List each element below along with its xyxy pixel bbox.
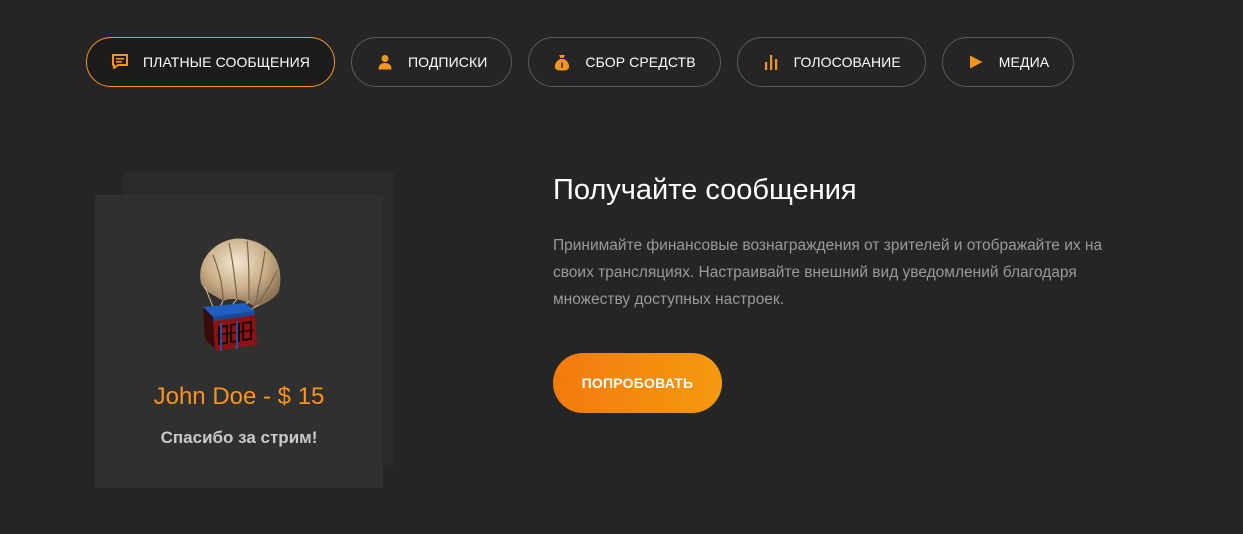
tab-label: СБОР СРЕДСТВ (585, 54, 696, 70)
donation-message: Спасибо за стрим! (160, 428, 318, 447)
play-icon (967, 53, 985, 71)
section-description: Принимайте финансовые вознаграждения от … (553, 237, 1103, 308)
airdrop-crate-image (200, 238, 281, 351)
try-button[interactable]: ПОПРОБОВАТЬ (553, 353, 722, 413)
user-icon (376, 53, 394, 71)
tab-voting[interactable]: ГОЛОСОВАНИЕ (736, 37, 926, 87)
bar-chart-icon (762, 53, 780, 71)
tab-media[interactable]: МЕДИА (941, 37, 1075, 87)
tab-fundraising[interactable]: СБОР СРЕДСТВ (528, 37, 721, 87)
tab-label: ПОДПИСКИ (408, 54, 488, 70)
section-title: Получайте сообщения (553, 174, 857, 206)
tab-label: ГОЛОСОВАНИЕ (793, 54, 901, 70)
feature-tabs: ПЛАТНЫЕ СООБЩЕНИЯ ПОДПИСКИ СБОР СРЕДСТВ (86, 37, 1075, 87)
page: ПЛАТНЫЕ СООБЩЕНИЯ ПОДПИСКИ СБОР СРЕДСТВ (0, 0, 1243, 534)
money-bag-icon (553, 53, 571, 71)
tab-label: МЕДИА (998, 54, 1050, 70)
message-icon (111, 53, 129, 71)
donor-name-amount: John Doe - $ 15 (153, 383, 325, 410)
tab-paid-messages[interactable]: ПЛАТНЫЕ СООБЩЕНИЯ (86, 37, 335, 87)
tab-subscriptions[interactable]: ПОДПИСКИ (351, 37, 513, 87)
tab-label: ПЛАТНЫЕ СООБЩЕНИЯ (143, 54, 310, 70)
alert-preview-card: John Doe - $ 15 Спасибо за стрим! (95, 195, 383, 488)
